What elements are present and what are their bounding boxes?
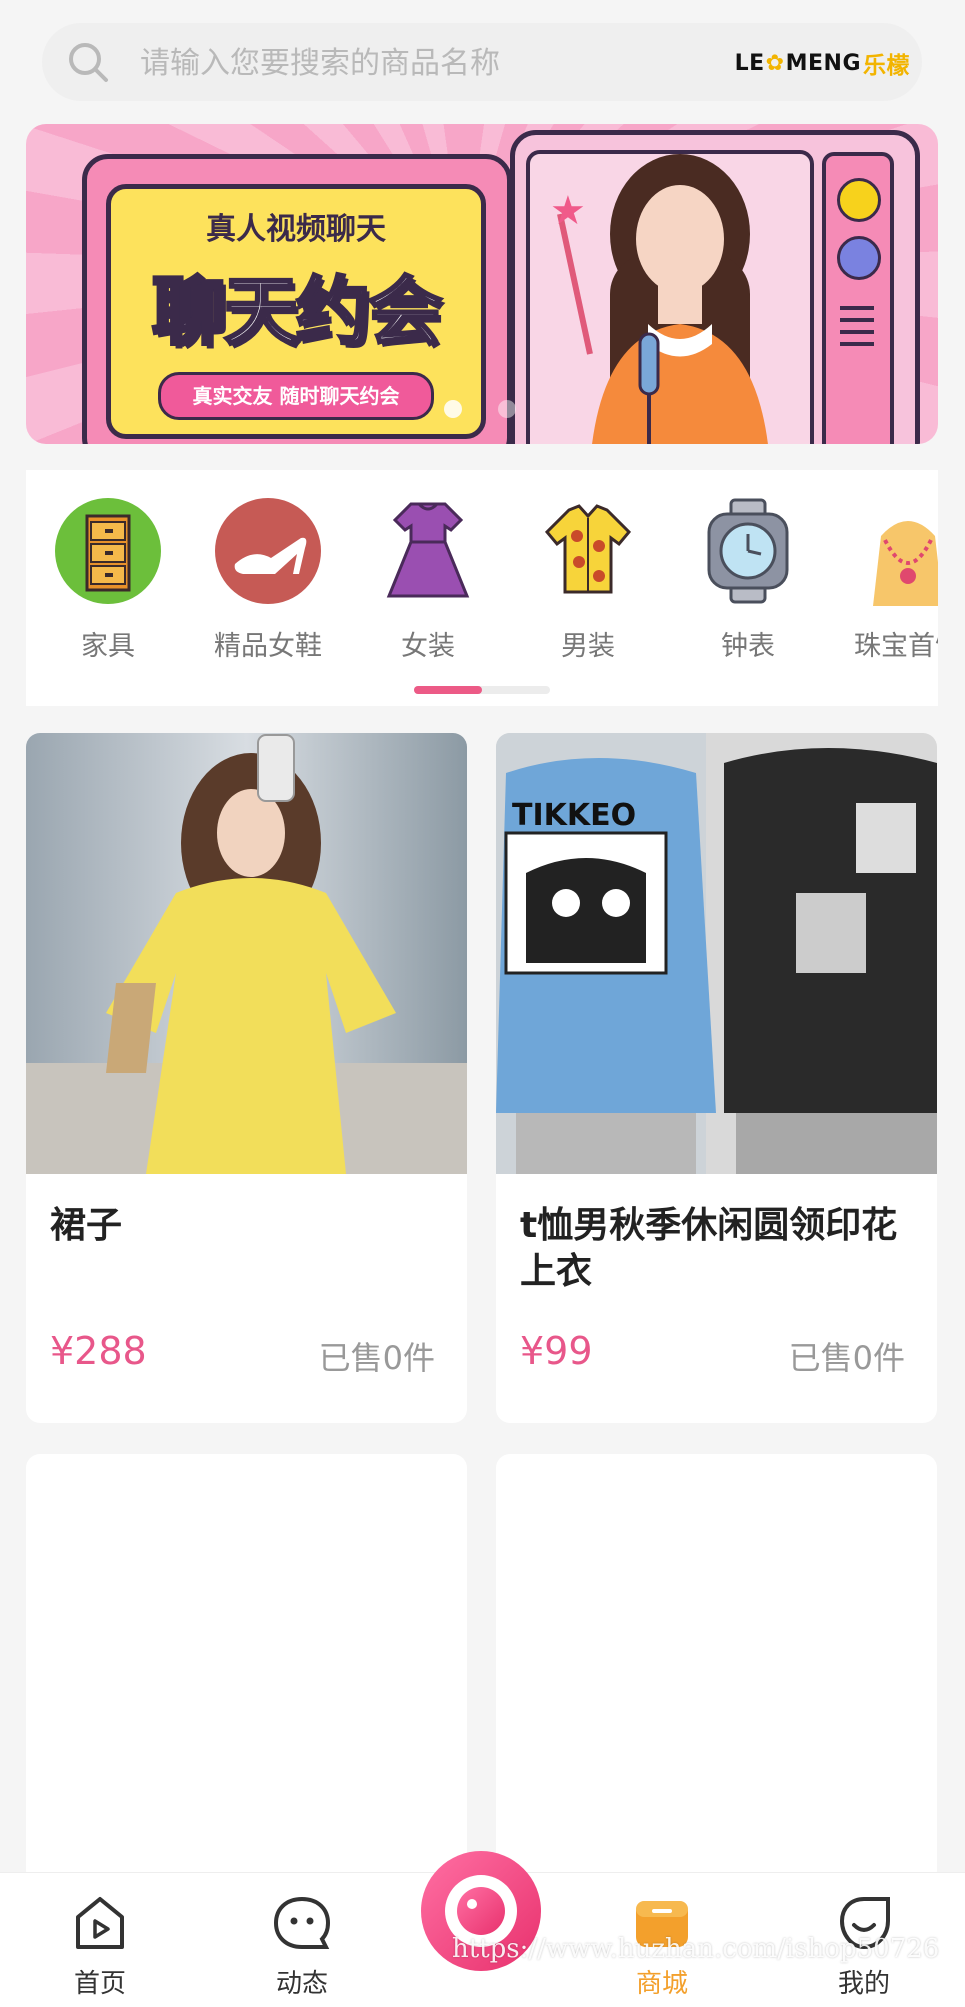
brand-logo: LE ✿ MENG 乐檬 [734,47,910,80]
promo-banner[interactable]: 真人视频聊天 聊天约会 真实交友 随时聊天约会 ★ [26,124,938,444]
product-title: t恤男秋季休闲圆领印花上衣 [520,1205,898,1292]
category-womens-clothing[interactable]: 女装 [368,496,488,663]
high-heel-icon [213,496,323,606]
shirt-icon [533,496,643,606]
banner-photo: ★ [526,150,814,444]
carousel-dot-2[interactable] [498,400,516,418]
product-image[interactable] [26,733,467,1174]
category-strip: 家具 精品女鞋 女装 男装 钟表 珠宝首 [26,470,938,706]
category-label: 珠宝首饰 [854,631,938,662]
category-label: 家具 [81,631,135,662]
svg-text:TIKKEO: TIKKEO [512,798,636,833]
logo-text-meng: MENG [785,50,861,76]
logo-text-le: LE [734,50,765,76]
product-card-placeholder[interactable] [496,1454,937,1884]
product-sold-count: 已售0件 [318,1339,435,1377]
search-icon [69,43,108,82]
knob-blue [837,236,881,280]
category-label: 女装 [401,631,455,662]
watch-icon [693,496,803,606]
category-mens-clothing[interactable]: 男装 [528,496,648,663]
search-bar[interactable]: LE ✿ MENG 乐檬 [42,23,922,101]
banner-title: 聊天约会 [151,268,444,357]
nav-label: 动态 [275,1969,328,1999]
nav-home[interactable]: 首页 [40,1891,160,2000]
category-watches[interactable]: 钟表 [688,496,808,663]
nav-label: 商城 [635,1969,688,1999]
speaker-grille [840,306,874,346]
nav-feed[interactable]: 动态 [242,1891,362,2000]
category-scroll-thumb [414,686,482,694]
product-card[interactable]: TIKKEO t恤男秋季休闲圆领印花上衣 ¥99 已售0件 [496,733,937,1423]
category-furniture[interactable]: 家具 [48,496,168,663]
category-label: 男装 [561,631,615,662]
product-sold-count: 已售0件 [788,1339,905,1377]
carousel-dot-1[interactable] [444,400,462,418]
search-input[interactable] [138,35,702,91]
logo-text-cn: 乐檬 [863,53,910,79]
model-illustration: ★ [550,154,768,444]
cabinet-icon [53,496,163,606]
category-womens-shoes[interactable]: 精品女鞋 [208,496,328,663]
watermark-text: https://www.huzhan.com/ishop50726 [452,1934,940,1964]
dress-icon [373,496,483,606]
product-card[interactable]: 裙子 ¥288 已售0件 [26,733,467,1423]
chat-face-icon [273,1896,331,1949]
svg-text:★: ★ [550,188,586,234]
category-jewelry[interactable]: 珠宝首饰 [848,496,938,663]
banner-subtitle: 真人视频聊天 [206,212,386,247]
nav-label: 首页 [73,1969,126,1999]
category-scroll-indicator [414,686,550,694]
play-home-icon [76,1897,124,1949]
banner-tagline: 真实交友 随时聊天约会 [158,372,434,420]
product-card-placeholder[interactable] [26,1454,467,1884]
product-image[interactable]: TIKKEO [496,733,937,1174]
category-label: 精品女鞋 [214,631,322,662]
flower-icon: ✿ [765,50,785,76]
necklace-icon [853,496,938,606]
product-title: 裙子 [50,1205,123,1246]
category-label: 钟表 [721,631,775,662]
product-price: ¥288 [50,1329,147,1373]
nav-label: 我的 [837,1969,890,1999]
product-price: ¥99 [520,1329,593,1373]
banner-tv-panel [822,152,894,444]
knob-yellow [837,178,881,222]
